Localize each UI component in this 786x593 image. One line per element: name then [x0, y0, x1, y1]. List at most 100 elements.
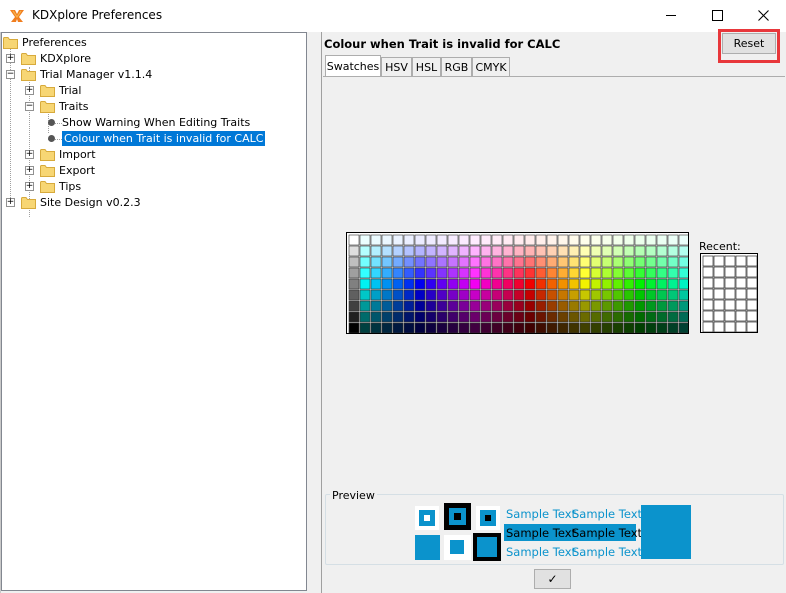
color-swatch[interactable]: [359, 322, 371, 333]
color-swatch[interactable]: [502, 256, 514, 268]
color-swatch[interactable]: [546, 245, 558, 257]
color-swatch[interactable]: [458, 278, 470, 290]
split-pane-divider[interactable]: [307, 32, 322, 593]
recent-swatch[interactable]: [702, 255, 714, 267]
color-swatch[interactable]: [502, 245, 514, 257]
color-swatch[interactable]: [634, 278, 646, 290]
color-swatch[interactable]: [678, 289, 689, 301]
color-swatch[interactable]: [513, 300, 525, 312]
color-swatch[interactable]: [425, 322, 437, 333]
color-swatch[interactable]: [623, 256, 635, 268]
color-swatch[interactable]: [447, 322, 459, 333]
color-swatch[interactable]: [678, 245, 689, 257]
color-swatch[interactable]: [513, 256, 525, 268]
color-swatch[interactable]: [656, 322, 668, 333]
color-swatch[interactable]: [535, 245, 547, 257]
color-swatch[interactable]: [601, 278, 613, 290]
color-swatch[interactable]: [436, 245, 448, 257]
color-swatch[interactable]: [447, 267, 459, 279]
color-swatch[interactable]: [359, 256, 371, 268]
color-swatch[interactable]: [458, 300, 470, 312]
color-swatch[interactable]: [370, 234, 382, 246]
color-swatch[interactable]: [678, 234, 689, 246]
color-swatch[interactable]: [414, 267, 426, 279]
recent-swatch[interactable]: [735, 288, 747, 300]
color-swatch[interactable]: [436, 300, 448, 312]
color-swatch[interactable]: [557, 234, 569, 246]
color-swatch[interactable]: [601, 256, 613, 268]
color-swatch[interactable]: [513, 234, 525, 246]
color-swatch[interactable]: [656, 300, 668, 312]
color-swatch[interactable]: [535, 267, 547, 279]
expand-icon[interactable]: +: [25, 182, 34, 191]
color-swatch[interactable]: [568, 267, 580, 279]
color-swatch[interactable]: [513, 322, 525, 333]
color-swatch[interactable]: [590, 322, 602, 333]
maximize-button[interactable]: [694, 0, 740, 31]
color-swatch[interactable]: [370, 256, 382, 268]
expand-icon[interactable]: +: [6, 198, 15, 207]
color-swatch[interactable]: [392, 234, 404, 246]
recent-swatch[interactable]: [702, 266, 714, 278]
color-swatch[interactable]: [645, 256, 657, 268]
color-swatch[interactable]: [645, 245, 657, 257]
color-swatch[interactable]: [414, 289, 426, 301]
color-swatch[interactable]: [491, 245, 503, 257]
color-swatch[interactable]: [348, 245, 360, 257]
color-swatch[interactable]: [546, 311, 558, 323]
color-swatch[interactable]: [458, 256, 470, 268]
recent-swatch[interactable]: [702, 277, 714, 289]
color-swatch[interactable]: [546, 322, 558, 333]
color-swatch[interactable]: [469, 300, 481, 312]
color-swatch[interactable]: [601, 300, 613, 312]
color-swatch[interactable]: [590, 278, 602, 290]
color-swatch[interactable]: [436, 267, 448, 279]
color-swatch[interactable]: [370, 245, 382, 257]
color-swatch[interactable]: [491, 311, 503, 323]
color-swatch[interactable]: [524, 300, 536, 312]
recent-swatch[interactable]: [702, 299, 714, 311]
tree-node[interactable]: − Trial Manager v1.1.4: [6, 67, 152, 82]
color-swatch[interactable]: [634, 234, 646, 246]
color-swatch[interactable]: [348, 311, 360, 323]
color-swatch[interactable]: [348, 256, 360, 268]
recent-swatch[interactable]: [735, 277, 747, 289]
color-swatch[interactable]: [546, 278, 558, 290]
color-swatch[interactable]: [524, 267, 536, 279]
color-swatch[interactable]: [480, 278, 492, 290]
color-swatch[interactable]: [656, 234, 668, 246]
color-swatch[interactable]: [645, 322, 657, 333]
color-swatch[interactable]: [645, 311, 657, 323]
color-swatch[interactable]: [524, 322, 536, 333]
color-swatch[interactable]: [392, 267, 404, 279]
color-swatch[interactable]: [425, 234, 437, 246]
color-swatch[interactable]: [579, 289, 591, 301]
color-swatch[interactable]: [370, 300, 382, 312]
color-swatch[interactable]: [469, 267, 481, 279]
color-swatch[interactable]: [623, 278, 635, 290]
color-swatch[interactable]: [414, 278, 426, 290]
expand-icon[interactable]: +: [25, 86, 34, 95]
recent-swatch[interactable]: [746, 277, 757, 289]
color-swatch[interactable]: [678, 256, 689, 268]
color-swatch[interactable]: [425, 245, 437, 257]
tree-node[interactable]: + Trial: [25, 83, 81, 98]
color-swatch[interactable]: [513, 278, 525, 290]
tab-cmyk[interactable]: CMYK: [472, 57, 510, 76]
color-swatch[interactable]: [601, 322, 613, 333]
color-swatch[interactable]: [480, 267, 492, 279]
color-swatch[interactable]: [601, 245, 613, 257]
color-swatch[interactable]: [645, 289, 657, 301]
color-swatch[interactable]: [403, 322, 415, 333]
color-swatch[interactable]: [667, 278, 679, 290]
color-swatch[interactable]: [436, 322, 448, 333]
color-swatch[interactable]: [634, 322, 646, 333]
color-swatch[interactable]: [359, 300, 371, 312]
color-swatch[interactable]: [524, 256, 536, 268]
tree-node[interactable]: Preferences: [3, 35, 87, 50]
color-swatch[interactable]: [623, 311, 635, 323]
color-swatch[interactable]: [623, 289, 635, 301]
color-swatch[interactable]: [436, 311, 448, 323]
recent-swatch[interactable]: [724, 255, 736, 267]
color-swatch[interactable]: [502, 289, 514, 301]
